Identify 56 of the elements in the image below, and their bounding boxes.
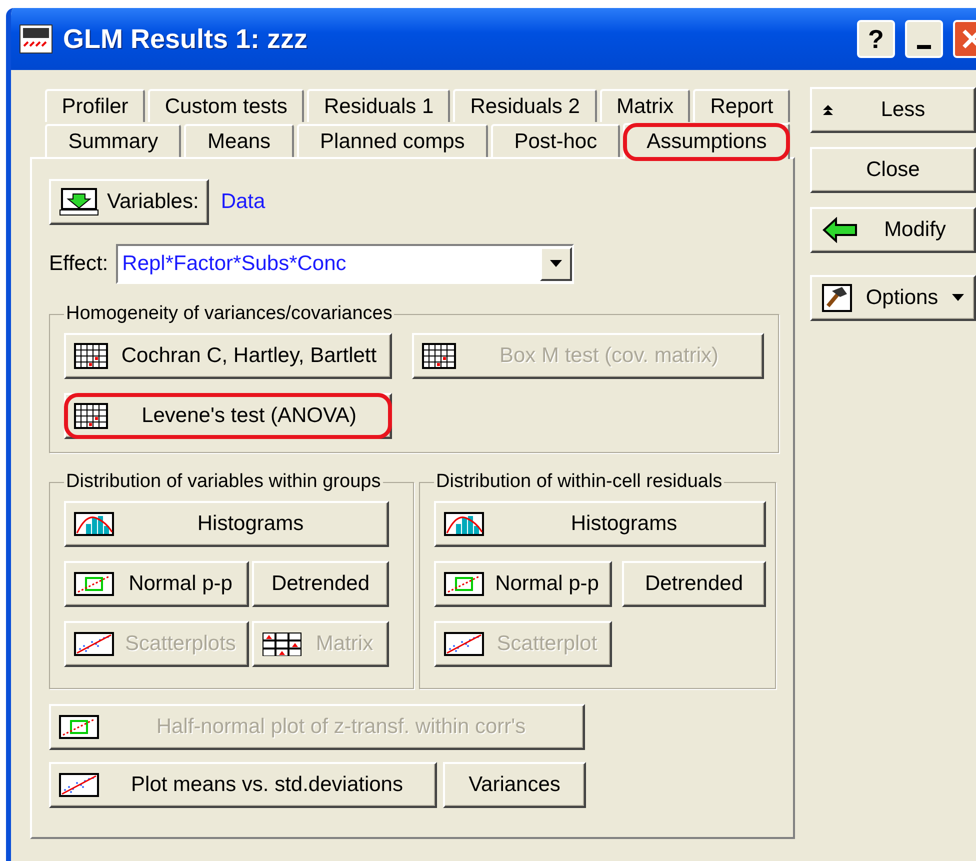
- variables-icon: [59, 188, 99, 216]
- group-title: Distribution of within-cell residuals: [435, 471, 724, 493]
- probability-plot-icon: [444, 572, 484, 596]
- table-grid-icon: [74, 343, 108, 369]
- tab[interactable]: Profiler: [45, 89, 146, 122]
- hammer-icon: [822, 284, 852, 312]
- dialog-button[interactable]: Histograms: [64, 501, 389, 547]
- dialog-button[interactable]: Normal p-p: [434, 561, 612, 607]
- dialog-button[interactable]: Less: [810, 87, 976, 133]
- dialog-button[interactable]: Plot means vs. std.deviations: [49, 762, 437, 808]
- tab[interactable]: Residuals 2: [453, 89, 597, 122]
- histogram-icon: [74, 512, 114, 536]
- tab[interactable]: Matrix: [600, 89, 690, 122]
- variables-button[interactable]: Variables:: [49, 179, 209, 225]
- dialog-button[interactable]: Variances: [443, 762, 586, 808]
- minimize-icon: [917, 45, 931, 49]
- dialog-button[interactable]: Detrended: [622, 561, 766, 607]
- scatterplot-icon: [444, 632, 484, 656]
- tab[interactable]: Assumptions: [623, 123, 790, 159]
- caret-icon: [952, 294, 964, 302]
- tab[interactable]: Residuals 1: [307, 89, 450, 122]
- dialog-button[interactable]: Modify: [810, 207, 976, 253]
- tab[interactable]: Summary: [45, 124, 182, 157]
- left-arrow-icon: [822, 217, 858, 243]
- scatterplot-icon: [74, 632, 114, 656]
- histogram-icon: [444, 512, 484, 536]
- effect-label: Effect:: [49, 252, 108, 276]
- group-title: Homogeneity of variances/covariances: [65, 303, 394, 325]
- table-grid-icon: [74, 403, 108, 429]
- dialog-button[interactable]: Levene's test (ANOVA): [64, 393, 392, 439]
- window-title: GLM Results 1: zzz: [63, 24, 309, 54]
- dropdown-button[interactable]: [540, 247, 572, 281]
- variables-value: Data: [220, 190, 266, 214]
- tab[interactable]: Means: [184, 124, 294, 157]
- tab[interactable]: Planned comps: [296, 124, 488, 157]
- table-grid-icon: [422, 343, 456, 369]
- dialog-button[interactable]: Cochran C, Hartley, Bartlett: [64, 333, 392, 379]
- app-icon: [19, 24, 53, 54]
- scatterplot-icon: [59, 773, 99, 797]
- dialog-button[interactable]: Options: [810, 275, 976, 321]
- help-button[interactable]: ?: [857, 20, 895, 58]
- tab[interactable]: Report: [693, 89, 790, 122]
- probability-plot-icon: [74, 572, 114, 596]
- caret-icon: [550, 260, 562, 268]
- collapse-up-icon: [822, 104, 834, 116]
- dialog-button[interactable]: Close: [810, 147, 976, 193]
- group-title: Distribution of variables within groups: [65, 471, 382, 493]
- dialog-button[interactable]: Normal p-p: [64, 561, 249, 607]
- dialog-button[interactable]: Detrended: [252, 561, 389, 607]
- matrix-plot-icon: [262, 632, 302, 656]
- probability-plot-icon: [59, 715, 99, 739]
- dialog-button[interactable]: Histograms: [434, 501, 766, 547]
- tab[interactable]: Custom tests: [148, 89, 304, 122]
- minimize-button[interactable]: [905, 20, 943, 58]
- effect-dropdown[interactable]: Repl*Factor*Subs*Conc: [116, 244, 574, 284]
- tab[interactable]: Post-hoc: [491, 124, 620, 157]
